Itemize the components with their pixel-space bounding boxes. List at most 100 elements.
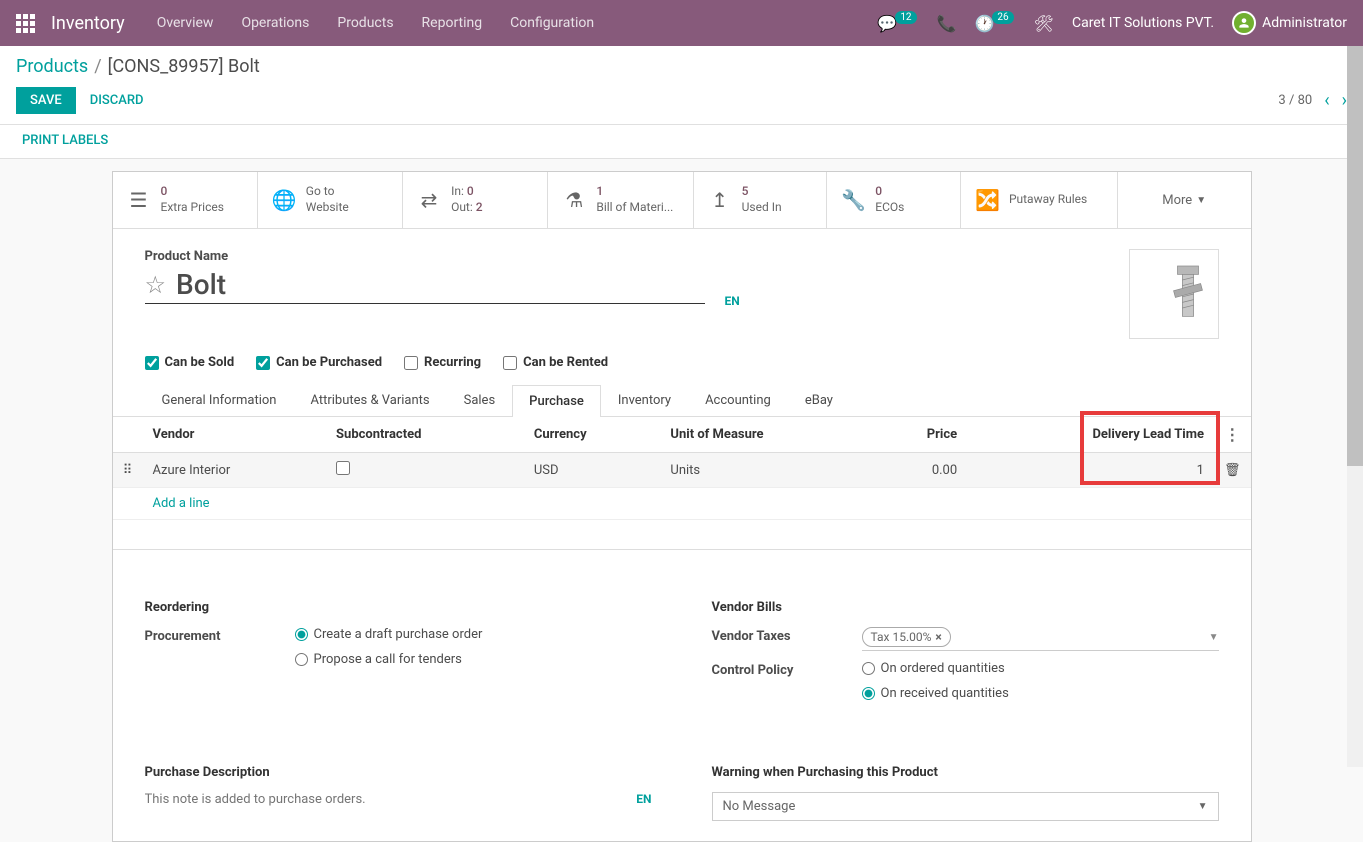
checkbox-can-be-sold[interactable]: Can be Sold (145, 355, 235, 370)
favorite-star-icon[interactable]: ☆ (145, 271, 167, 299)
stat-putaway[interactable]: 🔀 Putaway Rules (961, 172, 1118, 228)
stat-more[interactable]: More ▼ (1118, 172, 1251, 228)
tab-sales[interactable]: Sales (447, 384, 513, 416)
shuffle-icon: 🔀 (975, 188, 999, 212)
radio-ordered-qty[interactable]: On ordered quantities (862, 661, 1219, 676)
pager-prev-icon[interactable]: ‹ (1324, 90, 1329, 111)
main-content: ☰ 0 Extra Prices 🌐 Go to Website ⇄ In: 0… (0, 159, 1363, 842)
print-labels-button[interactable]: PRINT LABELS (22, 133, 108, 148)
nav-configuration[interactable]: Configuration (510, 15, 594, 31)
breadcrumb-separator: / (94, 56, 101, 77)
stat-transfers[interactable]: ⇄ In: 0 Out: 2 (403, 172, 548, 228)
col-subcontracted[interactable]: Subcontracted (326, 417, 524, 453)
tools-icon[interactable]: 🛠 (1034, 14, 1054, 33)
delete-row-icon[interactable]: 🗑 (1214, 453, 1251, 488)
pager-text: 3 / 80 (1278, 93, 1312, 108)
stat-used-in[interactable]: ↥ 5 Used In (694, 172, 828, 228)
tab-ebay[interactable]: eBay (788, 384, 850, 416)
add-line-row: Add a line (113, 488, 1251, 520)
table-row[interactable]: ⠿ Azure Interior USD Units 0.00 1 🗑 (113, 453, 1251, 488)
scrollbar[interactable] (1347, 46, 1363, 767)
add-line-button[interactable]: Add a line (153, 496, 210, 511)
nav-operations[interactable]: Operations (241, 15, 309, 31)
stat-ecos[interactable]: 🔧 0 ECOs (827, 172, 961, 228)
col-lead-time[interactable]: Delivery Lead Time (967, 417, 1214, 453)
radio-draft-po[interactable]: Create a draft purchase order (295, 627, 652, 642)
breadcrumb-current: [CONS_89957] Bolt (108, 56, 260, 77)
phone-icon[interactable]: 📞 (937, 14, 957, 33)
procurement-label: Procurement (145, 627, 295, 677)
nav-products[interactable]: Products (337, 15, 393, 31)
checkbox-row: Can be Sold Can be Purchased Recurring C… (113, 347, 1251, 384)
cell-currency[interactable]: USD (524, 453, 661, 488)
vendor-taxes-label: Vendor Taxes (712, 627, 862, 651)
save-button[interactable]: SAVE (16, 87, 76, 114)
stat-bom[interactable]: ⚗ 1 Bill of Materi... (548, 172, 693, 228)
dropdown-caret-icon[interactable]: ▼ (1209, 632, 1219, 643)
flask-icon: ⚗ (562, 188, 586, 212)
warning-title: Warning when Purchasing this Product (712, 765, 1219, 780)
checkbox-can-be-rented[interactable]: Can be Rented (503, 355, 608, 370)
radio-received-qty[interactable]: On received quantities (862, 686, 1219, 701)
list-icon: ☰ (127, 188, 151, 212)
print-bar: PRINT LABELS (0, 125, 1363, 159)
control-policy-label: Control Policy (712, 661, 862, 711)
tabs: General Information Attributes & Variant… (113, 384, 1251, 417)
table-header-row: Vendor Subcontracted Currency Unit of Me… (113, 417, 1251, 453)
apps-icon[interactable] (16, 14, 35, 33)
pager: 3 / 80 ‹ › (1278, 90, 1347, 111)
chat-icon: 💬 (877, 14, 897, 33)
tab-attributes[interactable]: Attributes & Variants (293, 384, 446, 416)
tab-inventory[interactable]: Inventory (601, 384, 688, 416)
activities-button[interactable]: 🕐 26 (974, 14, 1015, 33)
col-price[interactable]: Price (873, 417, 968, 453)
col-currency[interactable]: Currency (524, 417, 661, 453)
nav-overview[interactable]: Overview (157, 15, 214, 31)
nav-reporting[interactable]: Reporting (422, 15, 483, 31)
form-section-reorder-bills: Reordering Procurement Create a draft pu… (113, 550, 1251, 735)
tab-accounting[interactable]: Accounting (688, 384, 788, 416)
col-vendor[interactable]: Vendor (143, 417, 327, 453)
nav-right: 💬 12 📞 🕐 26 🛠 Caret IT Solutions PVT. Ad… (877, 11, 1347, 35)
discard-button[interactable]: DISCARD (90, 93, 144, 108)
activities-badge: 26 (992, 11, 1013, 24)
tab-purchase[interactable]: Purchase (512, 385, 601, 417)
tab-general-info[interactable]: General Information (145, 384, 294, 416)
vendor-taxes-field[interactable]: Tax 15.00% × ▼ (862, 627, 1219, 651)
cell-subcontracted-checkbox[interactable] (336, 461, 350, 475)
bolt-image-icon (1139, 259, 1209, 329)
cell-lead-time[interactable]: 1 (967, 453, 1214, 488)
checkbox-can-be-purchased[interactable]: Can be Purchased (256, 355, 382, 370)
product-header: Product Name ☆ EN (113, 229, 1251, 347)
topbar: Inventory Overview Operations Products R… (0, 0, 1363, 46)
breadcrumb: Products / [CONS_89957] Bolt (0, 46, 1363, 81)
user-menu[interactable]: Administrator (1232, 11, 1347, 35)
product-name-input[interactable] (176, 268, 704, 301)
wrench-icon: 🔧 (841, 188, 865, 212)
lang-tag-desc[interactable]: EN (636, 792, 651, 806)
stat-website[interactable]: 🌐 Go to Website (258, 172, 403, 228)
breadcrumb-parent[interactable]: Products (16, 56, 88, 77)
kebab-icon[interactable]: ⋮ (1224, 425, 1240, 444)
tag-close-icon[interactable]: × (935, 630, 941, 644)
cell-price[interactable]: 0.00 (873, 453, 968, 488)
user-name: Administrator (1262, 15, 1347, 31)
cell-uom[interactable]: Units (660, 453, 872, 488)
drag-handle-icon[interactable]: ⠿ (113, 453, 143, 488)
company-label[interactable]: Caret IT Solutions PVT. (1072, 15, 1214, 31)
product-image[interactable] (1129, 249, 1219, 339)
messages-button[interactable]: 💬 12 (877, 14, 918, 33)
tax-tag[interactable]: Tax 15.00% × (862, 627, 951, 647)
checkbox-recurring[interactable]: Recurring (404, 355, 481, 370)
clock-icon: 🕐 (974, 14, 994, 33)
nav-menu: Overview Operations Products Reporting C… (157, 15, 878, 31)
stat-extra-prices[interactable]: ☰ 0 Extra Prices (113, 172, 258, 228)
lang-tag[interactable]: EN (725, 294, 740, 308)
radio-call-tenders[interactable]: Propose a call for tenders (295, 652, 652, 667)
warning-dropdown[interactable]: No Message ▼ (712, 792, 1219, 821)
scrollbar-thumb[interactable] (1347, 46, 1363, 466)
cell-vendor[interactable]: Azure Interior (143, 453, 327, 488)
purchase-desc-input[interactable] (145, 792, 627, 807)
col-uom[interactable]: Unit of Measure (660, 417, 872, 453)
module-name[interactable]: Inventory (51, 13, 125, 34)
